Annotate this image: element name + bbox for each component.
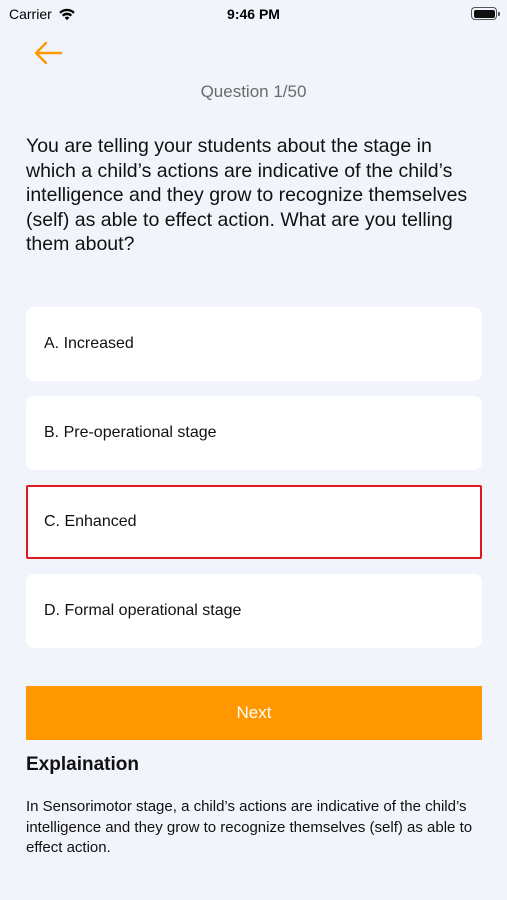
option-label: B. Pre-operational stage — [44, 424, 217, 441]
option-c[interactable]: C. Enhanced — [26, 485, 482, 559]
back-button[interactable] — [30, 38, 66, 68]
explanation-title: Explaination — [26, 754, 139, 775]
option-label: C. Enhanced — [44, 513, 137, 530]
status-bar: Carrier 9:46 PM — [0, 0, 507, 28]
next-button[interactable]: Next — [26, 686, 482, 740]
explanation-text: In Sensorimotor stage, a child’s actions… — [26, 798, 473, 856]
option-b[interactable]: B. Pre-operational stage — [26, 396, 482, 470]
arrow-left-icon — [34, 41, 63, 65]
option-d[interactable]: D. Formal operational stage — [26, 574, 482, 648]
question-text: You are telling your students about the … — [26, 135, 468, 255]
option-label: D. Formal operational stage — [44, 602, 242, 619]
option-a[interactable]: A. Increased — [26, 307, 482, 381]
question-counter: Question 1/50 — [200, 82, 307, 101]
option-label: A. Increased — [44, 335, 134, 352]
battery-icon — [471, 7, 500, 20]
status-time: 9:46 PM — [227, 6, 280, 22]
